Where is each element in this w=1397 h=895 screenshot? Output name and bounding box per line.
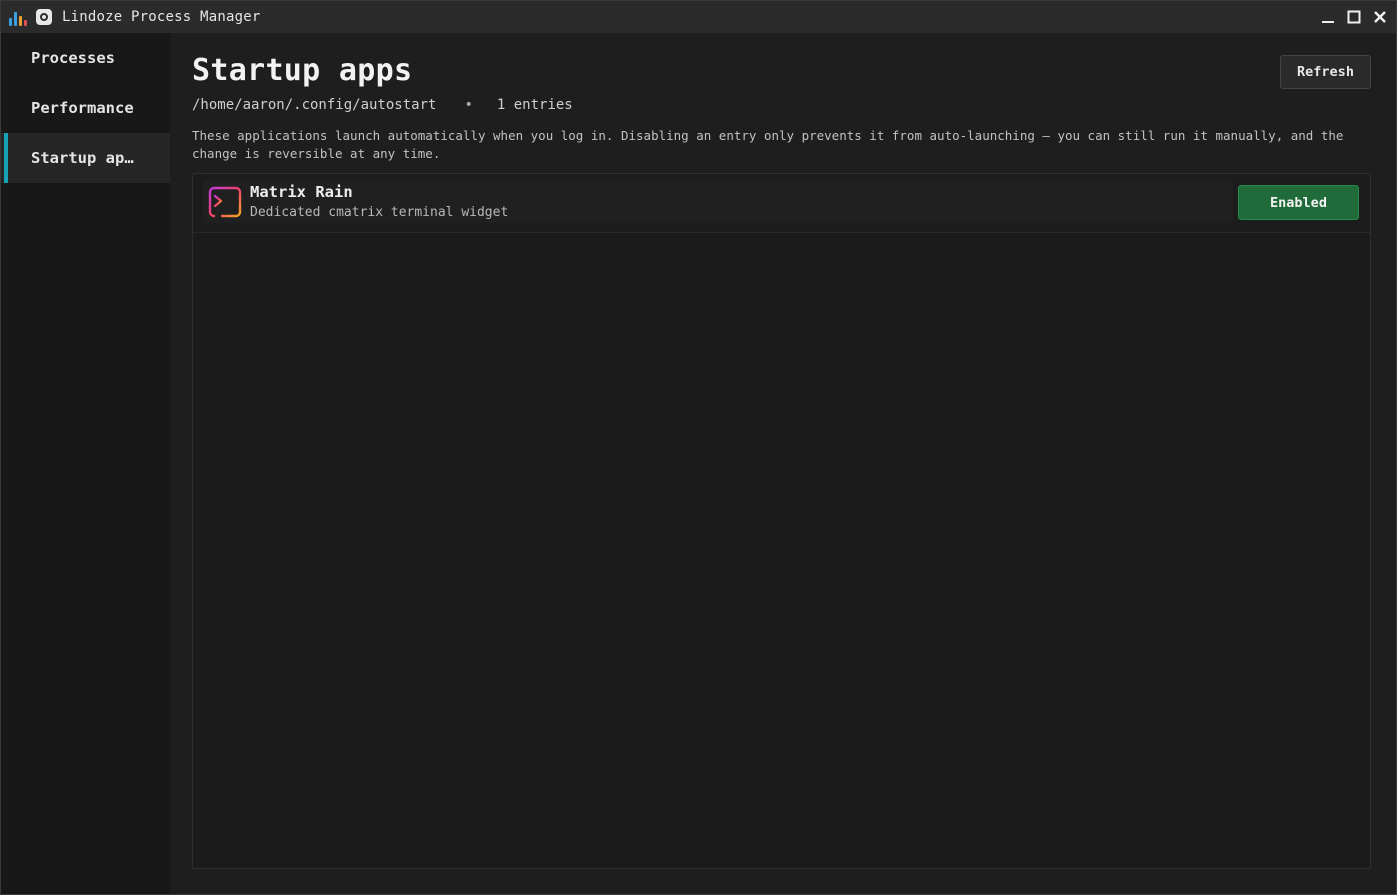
sidebar-item-label: Performance: [31, 99, 134, 117]
close-icon: [1374, 11, 1386, 23]
enabled-toggle-button[interactable]: Enabled: [1238, 185, 1359, 220]
separator-dot: •: [464, 97, 473, 113]
refresh-button[interactable]: Refresh: [1280, 55, 1371, 89]
page-description: These applications launch automatically …: [192, 128, 1344, 161]
title-bar[interactable]: Lindoze Process Manager: [1, 1, 1396, 33]
close-button[interactable]: [1368, 5, 1392, 29]
main-content: Startup apps /home/aaron/.config/autosta…: [170, 33, 1396, 894]
sidebar-item-processes[interactable]: Processes: [1, 33, 170, 83]
maximize-icon: [1347, 10, 1361, 24]
startup-list: Matrix Rain Dedicated cmatrix terminal w…: [192, 173, 1371, 869]
list-item: Matrix Rain Dedicated cmatrix terminal w…: [193, 174, 1370, 233]
bar-chart-icon: [9, 8, 27, 26]
terminal-icon: [208, 186, 242, 218]
entry-name: Matrix Rain: [250, 183, 353, 201]
maximize-button[interactable]: [1342, 5, 1366, 29]
app-menu-icon[interactable]: [36, 9, 52, 25]
autostart-info: /home/aaron/.config/autostart • 1 entrie…: [192, 97, 573, 113]
app-window: Lindoze Process Manager Processes Perfor…: [0, 0, 1397, 895]
window-controls: [1316, 5, 1392, 29]
sidebar-item-startup-apps[interactable]: Startup ap…: [1, 133, 170, 183]
entry-count: 1 entries: [496, 97, 573, 113]
sidebar-item-label: Processes: [31, 49, 115, 67]
entry-description: Dedicated cmatrix terminal widget: [250, 205, 509, 220]
sidebar-item-label: Startup ap…: [31, 149, 134, 167]
window-title: Lindoze Process Manager: [62, 9, 261, 25]
sidebar-item-performance[interactable]: Performance: [1, 83, 170, 133]
sidebar: Processes Performance Startup ap…: [1, 33, 170, 894]
minimize-button[interactable]: [1316, 5, 1340, 29]
minimize-icon: [1322, 21, 1334, 23]
autostart-path: /home/aaron/.config/autostart: [192, 97, 437, 113]
page-title: Startup apps: [192, 53, 413, 88]
